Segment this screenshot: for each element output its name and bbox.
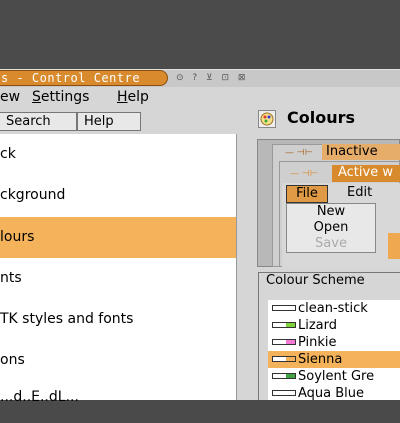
active-window-tab: Active w [332, 165, 400, 182]
help-button[interactable]: Help [77, 112, 141, 131]
scheme-label: Aqua Blue [298, 386, 365, 401]
help-mnemonic: H [117, 89, 128, 105]
scheme-label: Pinkie [298, 335, 337, 350]
window-title: s - Control Centre [1, 71, 141, 85]
category-list[interactable]: ck ckground lours nts TK styles and font… [0, 134, 237, 405]
list-item-label: ...d..E..dL... [0, 389, 79, 405]
list-item-label: TK styles and fonts [0, 311, 134, 327]
list-item-label: ons [0, 352, 25, 368]
scheme-item[interactable]: Aqua Blue [268, 385, 400, 402]
pin-icon: — ⊣⊢ [290, 169, 318, 179]
title-tab[interactable]: s - Control Centre [0, 70, 168, 86]
scheme-label: clean-stick [298, 301, 368, 316]
scheme-item[interactable]: Lizard [268, 317, 400, 334]
menu-settings[interactable]: Settings [32, 89, 89, 105]
help-rest: elp [127, 89, 149, 105]
title-bar[interactable]: s - Control Centre ⊙ ? ⊻ ⊡ ⊠ [0, 69, 400, 88]
desktop-background [0, 0, 400, 69]
swatch [272, 338, 296, 345]
scheme-label: Soylent Gre [298, 369, 375, 384]
colour-scheme-legend: Colour Scheme [264, 273, 367, 288]
preview-accent-block [388, 233, 400, 259]
dropdown-item: Open [313, 220, 349, 235]
list-item[interactable]: ...d..E..dL... [0, 382, 236, 423]
inactive-window-tab: Inactive [322, 144, 400, 160]
pin-icon: — ⊣⊢ [285, 148, 313, 158]
list-item[interactable]: TK styles and fonts [0, 299, 236, 340]
palette-icon [260, 112, 274, 126]
swatch [272, 372, 296, 379]
list-item-label: nts [0, 270, 22, 286]
swatch [272, 304, 296, 311]
colours-icon [258, 110, 276, 128]
scheme-item-selected[interactable]: Sienna [268, 351, 400, 368]
settings-mnemonic: S [32, 89, 41, 105]
list-item[interactable]: nts [0, 258, 236, 299]
scheme-item[interactable]: clean-stick [268, 300, 400, 317]
settings-rest: ettings [40, 89, 90, 105]
list-item-selected[interactable]: lours [0, 217, 236, 258]
list-item-label: ckground [0, 187, 66, 203]
scheme-item[interactable]: Soylent Gre [268, 368, 400, 385]
search-button[interactable]: Search [0, 112, 77, 131]
menu-help[interactable]: Help [117, 89, 149, 105]
panel-title: Colours [287, 108, 356, 127]
swatch [272, 355, 296, 362]
swatch [272, 389, 296, 396]
list-item[interactable]: ckground [0, 175, 236, 216]
preview-dropdown: New Open Save [286, 203, 376, 253]
preview-file-menu: File [286, 185, 328, 203]
list-item[interactable]: ons [0, 340, 236, 381]
control-centre-window: ew Settings Help Search Help ck ckground… [0, 87, 400, 405]
preview-edit-menu: Edit [347, 185, 373, 200]
window-controls[interactable]: ⊙ ? ⊻ ⊡ ⊠ [176, 73, 248, 85]
menu-view[interactable]: ew [0, 89, 20, 105]
scheme-label: Sienna [298, 352, 343, 367]
dropdown-item-disabled: Save [315, 236, 347, 251]
colour-scheme-list[interactable]: clean-stick Lizard Pinkie Sienna Soylent… [268, 300, 400, 402]
list-item[interactable]: ck [0, 134, 236, 175]
swatch [272, 321, 296, 328]
list-item-label: ck [0, 146, 16, 162]
list-item-label: lours [0, 229, 35, 245]
menubar: ew Settings Help [0, 87, 400, 109]
scheme-item[interactable]: Pinkie [268, 334, 400, 351]
dropdown-item: New [316, 204, 346, 219]
scheme-label: Lizard [298, 318, 338, 333]
